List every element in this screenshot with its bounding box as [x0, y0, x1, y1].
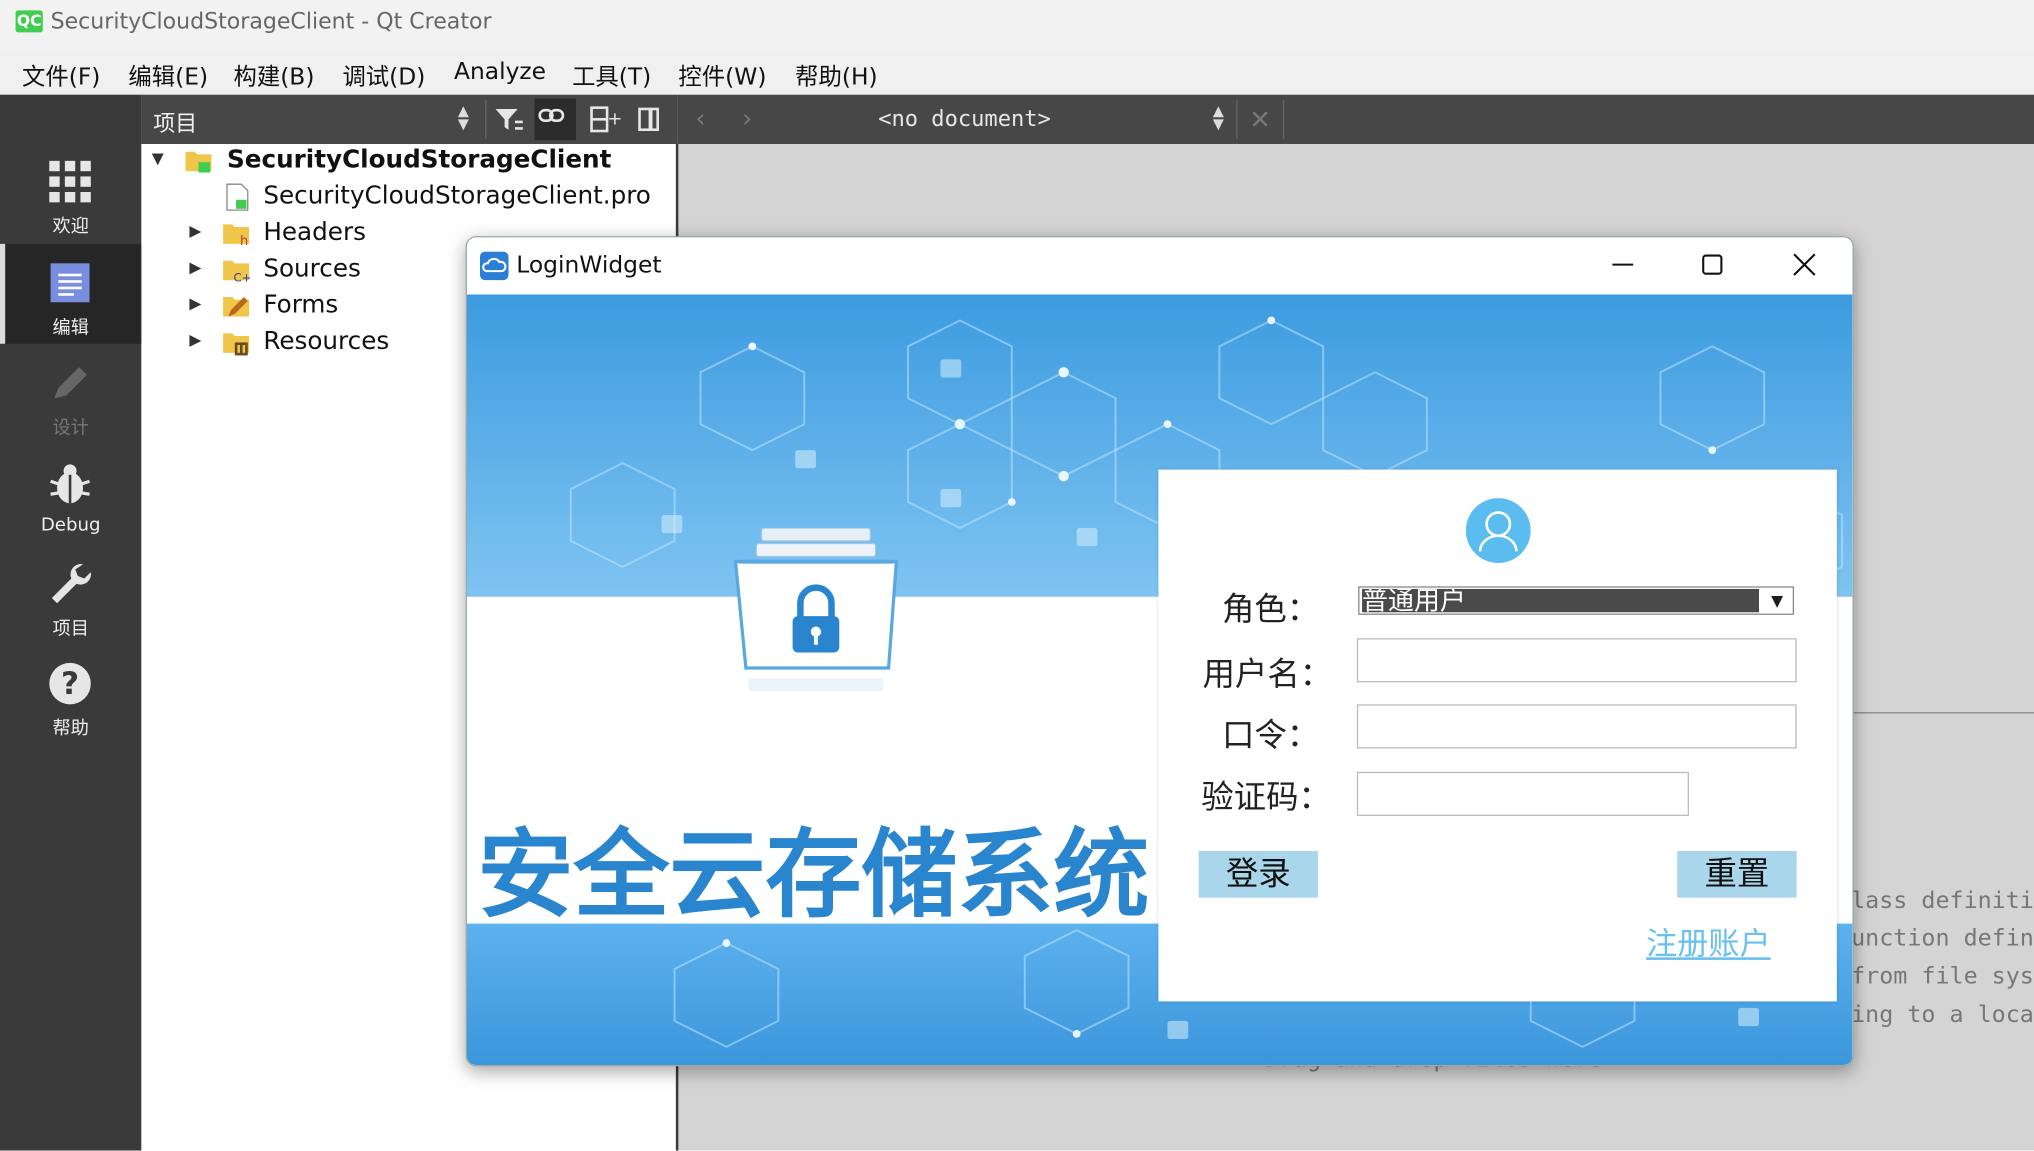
- panel-selector-arrows-icon[interactable]: ▲ ▼: [458, 104, 476, 134]
- tree-label: Resources: [263, 326, 390, 356]
- captcha-label: 验证码：: [1201, 778, 1331, 816]
- pro-file-icon: [223, 183, 252, 212]
- user-avatar-icon: [1465, 498, 1531, 563]
- svg-text:C+: C+: [233, 270, 250, 284]
- role-select[interactable]: 普通用户 ▼: [1358, 586, 1795, 615]
- username-input[interactable]: [1356, 638, 1797, 683]
- svg-text:+: +: [607, 109, 621, 130]
- tree-row-project[interactable]: ▼ SecurityCloudStorageClient: [141, 144, 675, 180]
- expand-arrow-icon[interactable]: ▶: [189, 294, 207, 315]
- password-label: 口令：: [1221, 716, 1320, 754]
- help-icon: ?: [47, 660, 94, 707]
- app-name-heading: 安全云存储系统: [477, 819, 1150, 932]
- expand-arrow-icon[interactable]: ▼: [152, 149, 170, 170]
- editor-hint: unction defin: [1851, 924, 2034, 953]
- back-icon[interactable]: ‹: [695, 102, 705, 133]
- tree-label: Headers: [263, 217, 366, 247]
- mode-label: 项目: [52, 618, 89, 640]
- mode-projects[interactable]: 项目: [0, 545, 141, 645]
- tree-row-pro-file[interactable]: SecurityCloudStorageClient.pro: [141, 180, 675, 216]
- expand-arrow-icon[interactable]: ▶: [189, 331, 207, 352]
- mode-label: 帮助: [52, 718, 89, 740]
- mode-label: 欢迎: [52, 216, 89, 238]
- grid-icon: [47, 158, 94, 205]
- filter-icon[interactable]: [492, 102, 526, 136]
- headers-folder-icon: h: [222, 219, 251, 249]
- expand-arrow-icon[interactable]: ▶: [189, 258, 207, 279]
- register-account-link[interactable]: 注册账户: [1646, 918, 1771, 963]
- resources-folder-icon: [222, 328, 251, 357]
- close-icon[interactable]: [1790, 250, 1819, 279]
- mode-label: 编辑: [52, 317, 89, 339]
- forward-icon[interactable]: ›: [742, 102, 752, 133]
- reset-button[interactable]: 重置: [1677, 850, 1797, 898]
- qt-creator-logo-icon: QC: [15, 10, 43, 33]
- minimize-icon[interactable]: [1609, 249, 1638, 278]
- wrench-icon: [47, 560, 94, 607]
- menu-analyze[interactable]: Analyze: [454, 58, 546, 85]
- link-with-editor-icon[interactable]: [534, 98, 576, 141]
- bug-icon: [47, 461, 94, 508]
- tree-label: Sources: [263, 254, 361, 283]
- secure-folder-lock-icon: [733, 527, 899, 703]
- project-panel-toolbar: ▲ ▼ +: [141, 94, 678, 144]
- mode-label: Debug: [40, 514, 101, 536]
- login-dialog: LoginWidget 安全云存储系统 角色： 普通用户 ▼ 用户名： 口令： …: [465, 236, 1854, 1067]
- editor-hint: ing to a loca: [1851, 1001, 2034, 1029]
- editor-divider: [1851, 712, 2034, 714]
- pencil-icon: [47, 359, 94, 406]
- maximize-icon[interactable]: [1698, 250, 1727, 279]
- close-document-icon[interactable]: ✕: [1249, 104, 1271, 135]
- mode-sidebar: 欢迎 编辑 设计 Debug 项目 ? 帮助: [0, 94, 142, 1151]
- svg-text:h: h: [240, 234, 248, 248]
- menu-debug[interactable]: 调试(D): [342, 58, 425, 92]
- document-combo[interactable]: <no document>: [878, 106, 1051, 132]
- mode-design[interactable]: 设计: [0, 344, 141, 444]
- editor-hint: from file sys: [1851, 962, 2034, 990]
- password-input[interactable]: [1356, 704, 1797, 749]
- login-banner: 安全云存储系统 角色： 普通用户 ▼ 用户名： 口令： 验证码： 登录 重置 注…: [466, 294, 1853, 1066]
- tree-label: Forms: [263, 290, 339, 320]
- editor-hint: lass definiti: [1851, 887, 2034, 915]
- role-select-value: 普通用户: [1362, 588, 1760, 613]
- close-sidebar-icon[interactable]: [632, 102, 666, 136]
- captcha-input[interactable]: [1356, 771, 1689, 816]
- editor-toolbar: ‹ › <no document> ▲ ▼ ✕: [677, 94, 2034, 144]
- mode-edit[interactable]: 编辑: [0, 243, 142, 344]
- chevron-down-icon[interactable]: ▼: [1764, 590, 1790, 611]
- mode-debug[interactable]: Debug: [0, 445, 141, 545]
- window-titlebar: QC SecurityCloudStorageClient - Qt Creat…: [0, 0, 2034, 50]
- edit-document-icon: [47, 259, 94, 306]
- expand-arrow-icon[interactable]: ▶: [189, 222, 207, 243]
- mode-help[interactable]: ? 帮助: [0, 645, 141, 745]
- split-add-icon[interactable]: +: [588, 102, 622, 136]
- login-form-card: 角色： 普通用户 ▼ 用户名： 口令： 验证码： 登录 重置 注册账户: [1158, 469, 1837, 1002]
- project-folder-icon: [184, 147, 213, 176]
- role-label: 角色：: [1221, 590, 1320, 628]
- dialog-titlebar: LoginWidget: [466, 237, 1853, 295]
- tree-label: SecurityCloudStorageClient: [227, 145, 612, 174]
- sources-folder-icon: C+: [222, 256, 251, 284]
- menu-edit[interactable]: 编辑(E): [128, 58, 208, 92]
- tree-label: SecurityCloudStorageClient.pro: [263, 181, 651, 211]
- forms-folder-icon: [222, 292, 251, 321]
- mode-label: 设计: [52, 417, 89, 439]
- menu-build[interactable]: 构建(B): [233, 58, 314, 92]
- svg-text:?: ?: [61, 666, 79, 702]
- login-button[interactable]: 登录: [1198, 850, 1318, 898]
- menu-help[interactable]: 帮助(H): [795, 58, 877, 92]
- menu-tools[interactable]: 工具(T): [572, 58, 651, 92]
- menu-file[interactable]: 文件(F): [22, 58, 100, 92]
- dialog-title: LoginWidget: [516, 251, 662, 279]
- cloud-app-icon: [479, 251, 509, 281]
- window-title: SecurityCloudStorageClient - Qt Creator: [50, 9, 492, 36]
- mode-welcome[interactable]: 欢迎: [0, 143, 141, 243]
- document-combo-arrows-icon[interactable]: ▲ ▼: [1213, 104, 1231, 134]
- project-panel-title: 项目: [153, 111, 198, 138]
- username-label: 用户名：: [1202, 655, 1333, 693]
- menu-widgets[interactable]: 控件(W): [678, 58, 766, 92]
- menubar: 文件(F) 编辑(E) 构建(B) 调试(D) Analyze 工具(T) 控件…: [0, 49, 2034, 95]
